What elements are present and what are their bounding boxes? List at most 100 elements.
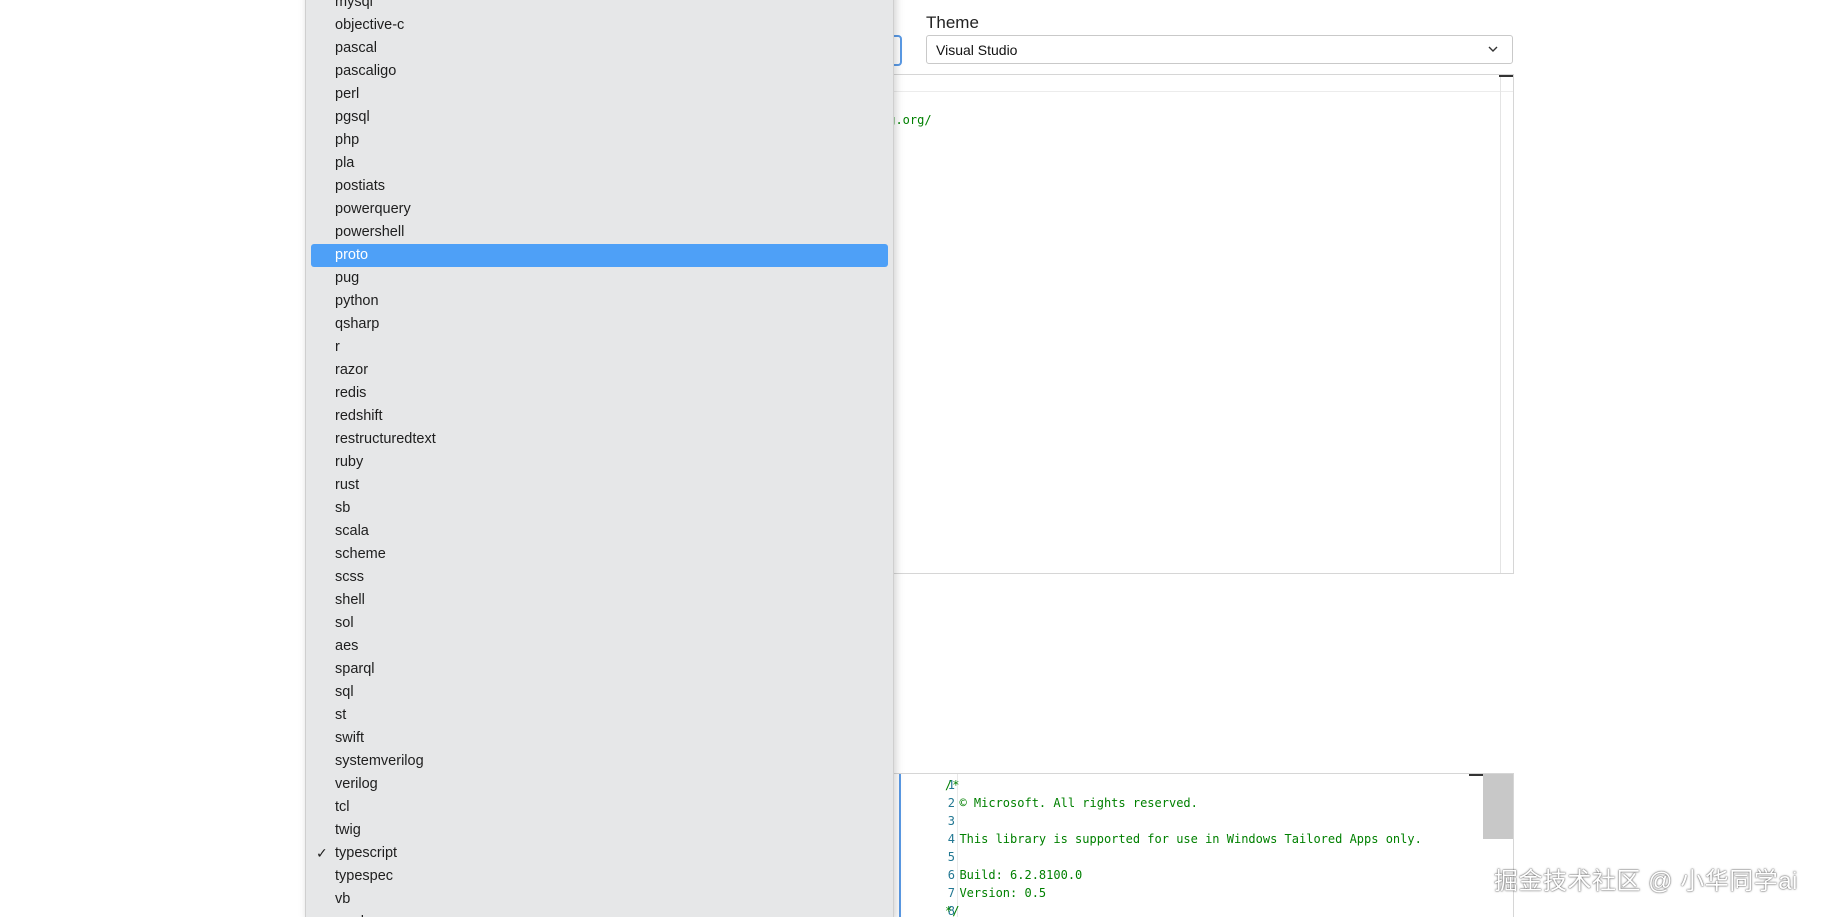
language-option-verilog[interactable]: verilog xyxy=(311,773,888,796)
language-option-pug[interactable]: pug xyxy=(311,267,888,290)
language-option-label: perl xyxy=(335,86,360,102)
chevron-down-icon xyxy=(1488,46,1498,52)
overview-ruler-mark xyxy=(1469,774,1483,776)
language-option-label: ruby xyxy=(335,454,364,470)
language-option-label: proto xyxy=(335,247,369,263)
language-option-st[interactable]: st xyxy=(311,704,888,727)
language-option-label: sparql xyxy=(335,661,375,677)
language-option-redis[interactable]: redis xyxy=(311,382,888,405)
language-option-twig[interactable]: twig xyxy=(311,819,888,842)
language-option-wgsl[interactable]: wgsl xyxy=(311,911,888,917)
language-option-label: pascal xyxy=(335,40,377,56)
language-option-label: qsharp xyxy=(335,316,380,332)
language-option-postiats[interactable]: postiats xyxy=(311,175,888,198)
language-option-python[interactable]: python xyxy=(311,290,888,313)
language-option-shell[interactable]: shell xyxy=(311,589,888,612)
language-option-label: typescript xyxy=(335,845,398,861)
language-option-label: r xyxy=(335,339,340,355)
language-option-ruby[interactable]: ruby xyxy=(311,451,888,474)
language-option-sb[interactable]: sb xyxy=(311,497,888,520)
editor-scrollbar-thumb[interactable] xyxy=(1483,774,1513,839)
language-option-label: pla xyxy=(335,155,355,171)
language-option-redshift[interactable]: redshift xyxy=(311,405,888,428)
language-option-label: sql xyxy=(335,684,354,700)
language-option-powershell[interactable]: powershell xyxy=(311,221,888,244)
editor-scrollbar-track[interactable] xyxy=(1500,75,1501,573)
theme-select[interactable]: Visual Studio xyxy=(926,35,1513,64)
language-option-label: st xyxy=(335,707,347,723)
language-option-label: php xyxy=(335,132,360,148)
language-option-php[interactable]: php xyxy=(311,129,888,152)
language-option-label: postiats xyxy=(335,178,385,194)
code-line: */ xyxy=(945,904,960,917)
language-option-sparql[interactable]: sparql xyxy=(311,658,888,681)
language-option-label: objective-c xyxy=(335,17,405,33)
language-option-label: mysql xyxy=(335,0,373,10)
language-option-pgsql[interactable]: pgsql xyxy=(311,106,888,129)
language-option-scheme[interactable]: scheme xyxy=(311,543,888,566)
language-option-mysql[interactable]: mysql xyxy=(311,0,888,14)
language-option-label: restructuredtext xyxy=(335,431,436,447)
language-dropdown-list[interactable]: mysql objective-c pascal pascaligo perl pgsql… xyxy=(305,0,894,917)
language-option-label: systemverilog xyxy=(335,753,424,769)
language-option-proto[interactable]: proto xyxy=(311,244,888,267)
language-option-label: verilog xyxy=(335,776,378,792)
language-option-label: vb xyxy=(335,891,351,907)
language-option-pascal[interactable]: pascal xyxy=(311,37,888,60)
language-option-pla[interactable]: pla xyxy=(311,152,888,175)
language-option-r[interactable]: r xyxy=(311,336,888,359)
language-option-label: sb xyxy=(335,500,351,516)
language-option-label: redshift xyxy=(335,408,383,424)
code-content[interactable]: /* © Microsoft. All rights reserved. Thi… xyxy=(945,776,1422,917)
language-option-qsharp[interactable]: qsharp xyxy=(311,313,888,336)
language-option-label: shell xyxy=(335,592,365,608)
language-option-label: aes xyxy=(335,638,359,654)
language-option-typespec[interactable]: typespec xyxy=(311,865,888,888)
language-option-systemverilog[interactable]: systemverilog xyxy=(311,750,888,773)
language-option-scss[interactable]: scss xyxy=(311,566,888,589)
check-icon: ✓ xyxy=(316,845,328,861)
language-options: mysql objective-c pascal pascaligo perl pgsql… xyxy=(311,0,888,917)
watermark: 掘金技术社区 @ 小华同学ai xyxy=(1494,868,1798,895)
language-option-label: rust xyxy=(335,477,360,493)
language-option-label: sol xyxy=(335,615,354,631)
theme-label: Theme xyxy=(926,13,979,32)
language-option-pascaligo[interactable]: pascaligo xyxy=(311,60,888,83)
language-option-label: python xyxy=(335,293,379,309)
language-option-label: scala xyxy=(335,523,369,539)
language-option-rust[interactable]: rust xyxy=(311,474,888,497)
language-option-aes[interactable]: aes xyxy=(311,635,888,658)
language-option-vb[interactable]: vb xyxy=(311,888,888,911)
language-option-tcl[interactable]: tcl xyxy=(311,796,888,819)
language-option-label: typespec xyxy=(335,868,394,884)
editor-ruler xyxy=(881,91,1513,92)
language-option-label: pug xyxy=(335,270,360,286)
language-option-label: redis xyxy=(335,385,367,401)
language-option-perl[interactable]: perl xyxy=(311,83,888,106)
language-option-label: scss xyxy=(335,569,364,585)
language-option-swift[interactable]: swift xyxy=(311,727,888,750)
overview-ruler-mark xyxy=(1499,75,1513,77)
code-line: This library is supported for use in Win… xyxy=(945,832,1422,846)
theme-select-value: Visual Studio xyxy=(936,41,1018,58)
language-option-label: pgsql xyxy=(335,109,370,125)
code-line: © Microsoft. All rights reserved. xyxy=(945,796,1198,810)
language-option-objective-c[interactable]: objective-c xyxy=(311,14,888,37)
original-editor[interactable]: ng.org/ xyxy=(880,74,1514,574)
code-line: /* xyxy=(945,778,960,792)
language-option-razor[interactable]: razor xyxy=(311,359,888,382)
language-option-scala[interactable]: scala xyxy=(311,520,888,543)
language-option-label: swift xyxy=(335,730,364,746)
language-option-powerquery[interactable]: powerquery xyxy=(311,198,888,221)
language-option-label: scheme xyxy=(335,546,386,562)
language-option-sol[interactable]: sol xyxy=(311,612,888,635)
language-option-sql[interactable]: sql xyxy=(311,681,888,704)
code-line: Build: 6.2.8100.0 xyxy=(945,868,1083,882)
language-option-restructuredtext[interactable]: restructuredtext xyxy=(311,428,888,451)
language-option-typescript[interactable]: typescript ✓ xyxy=(311,842,888,865)
language-option-label: razor xyxy=(335,362,369,378)
modified-editor[interactable]: 12345678 /* © Microsoft. All rights rese… xyxy=(880,773,1514,917)
language-option-label: twig xyxy=(335,822,361,838)
